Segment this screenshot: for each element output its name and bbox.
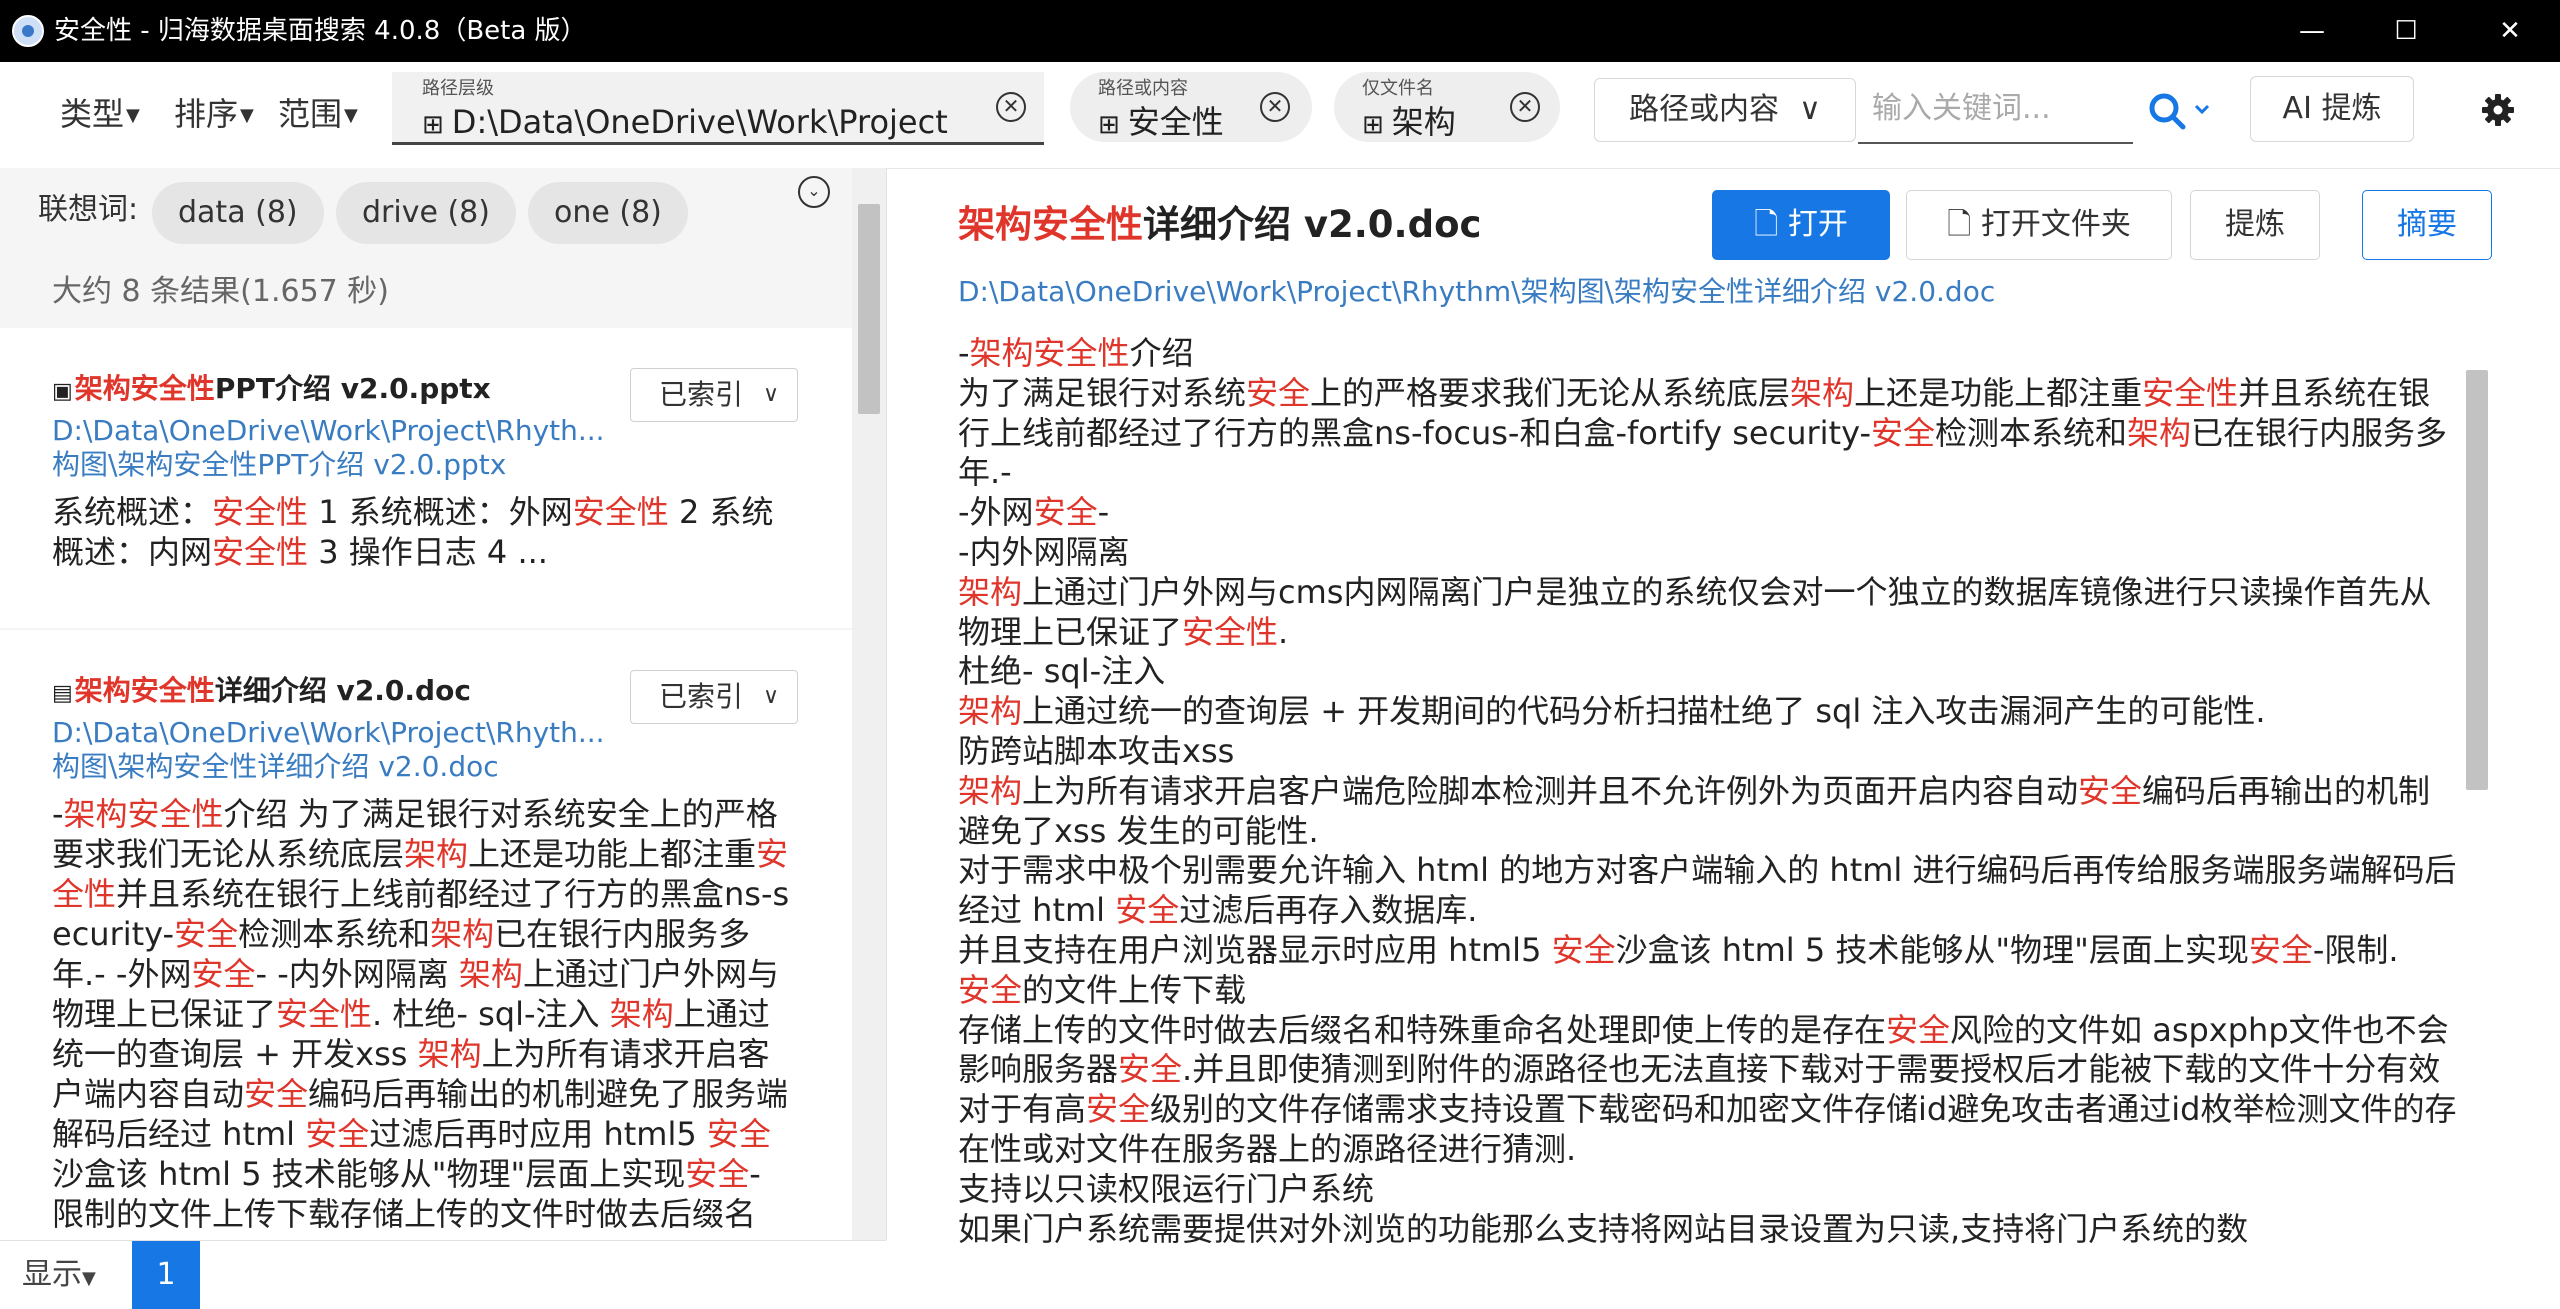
document-paragraph: 架构上为所有请求开启客户端危险脚本检测并且不允许例外为页面开启内容自动安全编码后… [958, 771, 2431, 850]
plus-box-icon[interactable]: ⊞ [1362, 110, 1384, 140]
chevron-down-icon: ∨ [763, 382, 780, 407]
ai-refine-button[interactable]: AI 提炼 [2250, 76, 2414, 142]
display-menu[interactable]: 显示▼ [22, 1253, 96, 1301]
document-paragraph: 架构上通过门户外网与cms内网隔离门户是独立的系统仅会对一个独立的数据库镜像进行… [958, 572, 2432, 651]
chip-label: 仅文件名 [1362, 78, 1434, 99]
title-bar: 安全性 - 归海数据桌面搜索 4.0.8（Beta 版） — ☐ ✕ [0, 0, 2560, 62]
open-button[interactable]: 🗋 打开 [1712, 190, 1890, 260]
result-card[interactable]: ▤架构安全性详细介绍 v2.0.doc 已索引 ∨ D:\Data\OneDriv… [0, 630, 852, 1240]
search-box [1858, 76, 2134, 144]
search-toolbar: 类型 ▼ 排序 ▼ 范围 ▼ 路径层级 ⊞ D:\Data\OneDrive\Work\… [0, 62, 2560, 169]
minimize-button[interactable]: — [2262, 0, 2362, 62]
suggestion-pill[interactable]: one (8) [528, 182, 688, 244]
document-paragraph: 安全的文件上传下载 [958, 970, 1247, 1009]
search-scope-select[interactable]: 路径或内容 ∨ [1594, 78, 1856, 142]
plus-box-icon[interactable]: ⊞ [1098, 110, 1120, 140]
sort-menu[interactable]: 排序 ▼ [174, 92, 254, 138]
caret-down-icon: ▼ [344, 105, 358, 126]
document-paragraph: 为了满足银行对系统安全上的严格要求我们无论从系统底层架构上还是功能上都注重安全性… [958, 373, 2448, 492]
result-snippet: 系统概述：安全性 1 系统概述：外网安全性 2 系统概述：内网安全性 3 操作日… [52, 493, 774, 571]
sort-menu-label: 排序 [174, 95, 239, 133]
pagination-bar: 显示▼ 1 [0, 1240, 886, 1309]
document-paragraph: 并且支持在用户浏览器显示时应用 html5 安全沙盒该 html 5 技术能够从… [958, 930, 2399, 969]
result-path[interactable]: 构图\架构安全性PPT介绍 v2.0.pptx [52, 448, 506, 482]
document-paragraph: -架构安全性介绍 [958, 334, 1194, 372]
gear-icon [2482, 94, 2514, 126]
result-count: 大约 8 条结果(1.657 秒) [52, 274, 389, 309]
document-paragraph: 对于需求中极个别需要允许输入 html 的地方对客户端输入的 html 进行编码… [958, 851, 2457, 930]
chevron-down-icon: ∨ [763, 684, 780, 709]
result-snippet: -架构安全性介绍 为了满足银行对系统安全上的严格要求我们无论从系统底层架构上还是… [52, 795, 790, 1233]
close-button[interactable]: ✕ [2460, 0, 2560, 62]
search-icon [2149, 93, 2210, 130]
file-icon: 🗋 [1947, 207, 1981, 242]
document-paragraph: 支持以只读权限运行门户系统 [958, 1169, 1375, 1208]
scrollbar-thumb[interactable] [858, 204, 880, 414]
document-paragraph: -外网安全- [958, 493, 1110, 532]
remove-chip-icon[interactable]: ✕ [1260, 92, 1290, 122]
search-button[interactable] [2146, 88, 2216, 138]
filter-chip-path-or-content[interactable]: 路径或内容 ⊞ 安全性 ✕ [1070, 72, 1312, 142]
document-paragraph: -内外网隔离 [958, 532, 1130, 571]
document-paragraph: 存储上传的文件时做去后缀名和特殊重命名处理即使上传的是存在安全风险的文件如 as… [958, 1010, 2449, 1089]
suggestion-pill[interactable]: drive (8) [336, 182, 516, 244]
result-title[interactable]: ▣架构安全性PPT介绍 v2.0.pptx [52, 370, 491, 411]
results-panel: 联想词: data (8) drive (8) one (8) ⌄ 大约 8 条… [0, 168, 887, 1240]
suggestions-label: 联想词: [38, 192, 139, 227]
document-scrollbar[interactable] [2462, 340, 2492, 1308]
scope-select-value: 路径或内容 [1629, 92, 1779, 127]
open-folder-button[interactable]: 🗋 打开文件夹 [1906, 190, 2172, 260]
window-title: 安全性 - 归海数据桌面搜索 4.0.8（Beta 版） [54, 16, 587, 46]
filter-chip-path-level[interactable]: 路径层级 ⊞ D:\Data\OneDrive\Work\Project ✕ [392, 72, 1044, 145]
expand-suggestions-icon[interactable]: ⌄ [798, 176, 830, 208]
result-path[interactable]: D:\Data\OneDrive\Work\Project\Rhyth... [52, 716, 605, 750]
document-paragraph: 防跨站脚本攻击xss [958, 731, 1235, 770]
result-title[interactable]: ▤架构安全性详细介绍 v2.0.doc [52, 672, 471, 713]
document-title: 架构安全性详细介绍 v2.0.doc [958, 203, 1482, 246]
caret-down-icon: ▼ [82, 1268, 96, 1289]
result-card[interactable]: ▣架构安全性PPT介绍 v2.0.pptx 已索引 ∨ D:\Data\OneDr… [0, 328, 852, 628]
chevron-down-icon: ∨ [1799, 92, 1821, 127]
plus-box-icon[interactable]: ⊞ [422, 110, 444, 140]
chip-value: ⊞ 架构 [1362, 103, 1456, 141]
maximize-button[interactable]: ☐ [2356, 0, 2456, 62]
result-path[interactable]: 构图\架构安全性详细介绍 v2.0.doc [52, 750, 499, 784]
document-paragraph: 杜绝- sql-注入 [958, 652, 1166, 691]
search-input[interactable] [1870, 84, 2134, 132]
chip-value: ⊞ 安全性 [1098, 103, 1224, 141]
type-menu[interactable]: 类型 ▼ [60, 92, 140, 138]
result-path[interactable]: D:\Data\OneDrive\Work\Project\Rhyth... [52, 414, 605, 448]
type-menu-label: 类型 [60, 95, 125, 133]
caret-down-icon: ▼ [240, 105, 254, 126]
document-paragraph: 架构上通过统一的查询层 + 开发期间的代码分析扫描杜绝了 sql 注入攻击漏洞产… [958, 692, 2266, 731]
results-scrollbar[interactable] [852, 168, 886, 1240]
range-menu-label: 范围 [278, 95, 343, 133]
refine-button[interactable]: 提炼 [2190, 190, 2320, 260]
chip-value: ⊞ D:\Data\OneDrive\Work\Project [422, 103, 948, 141]
range-menu[interactable]: 范围 ▼ [278, 92, 358, 138]
document-content: -架构安全性介绍 为了满足银行对系统安全上的严格要求我们无论从系统底层架构上还是功… [958, 334, 2458, 1308]
app-logo-icon [12, 15, 44, 47]
settings-button[interactable] [2470, 82, 2526, 138]
document-paragraph: 如果门户系统需要提供对外浏览的功能那么支持将网站目录设置为只读,支持将门户系统的… [958, 1209, 2249, 1248]
ppt-file-icon: ▣ [52, 379, 73, 404]
page-button-1[interactable]: 1 [132, 1241, 200, 1309]
chip-label: 路径或内容 [1098, 78, 1188, 99]
index-status-select[interactable]: 已索引 ∨ [630, 670, 798, 724]
suggestion-pill[interactable]: data (8) [152, 182, 324, 244]
index-status-select[interactable]: 已索引 ∨ [630, 368, 798, 422]
chip-label: 路径层级 [422, 78, 494, 99]
scrollbar-thumb[interactable] [2466, 370, 2488, 790]
caret-down-icon: ▼ [126, 105, 140, 126]
document-paragraph: 对于有高安全级别的文件存储需求支持设置下载密码和加密文件存储id避免攻击者通过i… [958, 1090, 2457, 1168]
remove-chip-icon[interactable]: ✕ [996, 92, 1026, 122]
filter-chip-filename-only[interactable]: 仅文件名 ⊞ 架构 ✕ [1334, 72, 1560, 142]
remove-chip-icon[interactable]: ✕ [1510, 92, 1540, 122]
summary-button[interactable]: 摘要 [2362, 190, 2492, 260]
file-icon: 🗋 [1754, 207, 1788, 242]
doc-file-icon: ▤ [52, 681, 73, 706]
document-path[interactable]: D:\Data\OneDrive\Work\Project\Rhythm\架构图… [958, 274, 1995, 310]
